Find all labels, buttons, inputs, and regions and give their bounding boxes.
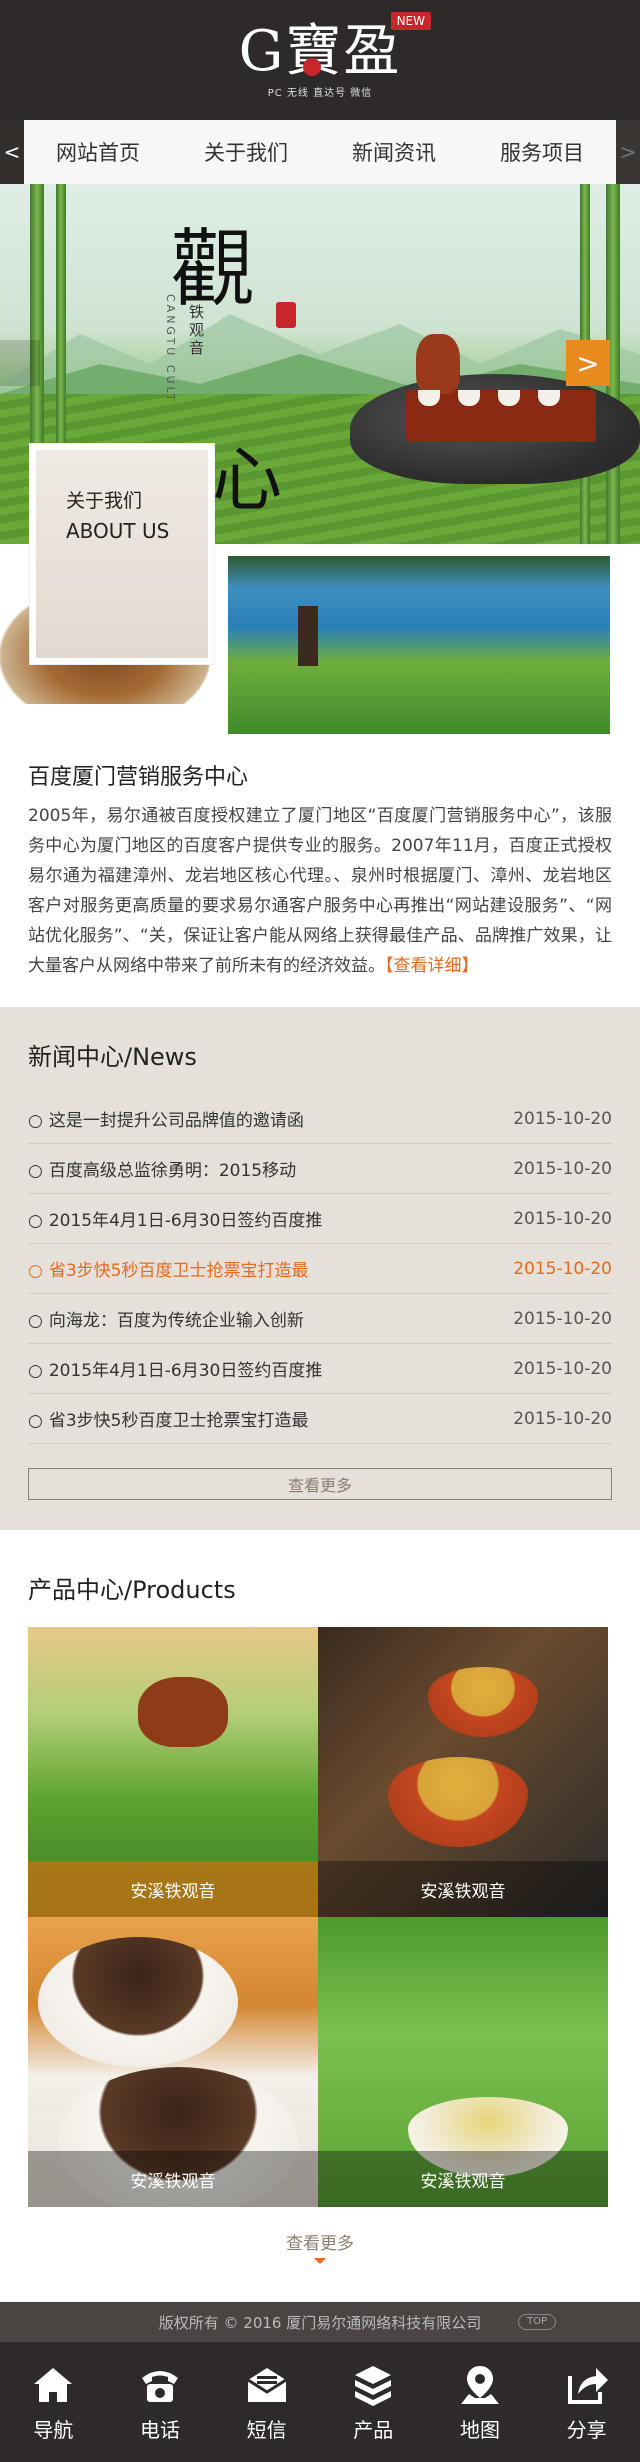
about-more-link[interactable]: 【查看详细】 bbox=[385, 956, 479, 976]
about-card-title-en: ABOUT US bbox=[66, 519, 170, 543]
pagoda-icon bbox=[298, 606, 318, 666]
bottom-toolbar: 导航 电话 短信 产品 地图 分享 bbox=[0, 2342, 640, 2462]
news-date: 2015-10-20 bbox=[513, 1358, 612, 1379]
phone-icon bbox=[137, 2362, 183, 2408]
nav-next-arrow-icon[interactable]: > bbox=[616, 119, 640, 184]
bullet-icon: ○ bbox=[28, 1411, 43, 1431]
banner-prev-button[interactable] bbox=[0, 340, 40, 386]
site-footer: 版权所有 © 2016 厦门易尔通网络科技有限公司 TOP bbox=[0, 2302, 640, 2342]
about-section: 关于我们 ABOUT US 百度厦门营销服务中心 2005年，易尔通被百度授权建… bbox=[0, 444, 640, 1007]
about-card-title-cn: 关于我们 bbox=[66, 490, 143, 512]
bottom-nav-products[interactable]: 产品 bbox=[328, 2362, 418, 2443]
product-card[interactable]: 安溪铁观音 bbox=[318, 1917, 608, 2207]
news-item[interactable]: ○ 省3步快5秒百度卫士抢票宝打造最 2015-10-20 bbox=[28, 1394, 612, 1444]
news-item[interactable]: ○ 省3步快5秒百度卫士抢票宝打造最 2015-10-20 bbox=[28, 1244, 612, 1294]
news-date: 2015-10-20 bbox=[513, 1408, 612, 1429]
bottom-nav-label: 产品 bbox=[353, 2417, 394, 2442]
bullet-icon: ○ bbox=[28, 1161, 43, 1181]
nav-item-news[interactable]: 新闻资讯 bbox=[346, 137, 442, 167]
bottom-nav-share[interactable]: 分享 bbox=[542, 2362, 632, 2443]
product-grid: 安溪铁观音 安溪铁观音 安溪铁观音 安溪铁观音 bbox=[28, 1627, 612, 2207]
bottom-nav-sms[interactable]: 短信 bbox=[222, 2362, 312, 2443]
banner-seal-icon bbox=[276, 302, 296, 328]
bottom-nav-label: 电话 bbox=[139, 2417, 180, 2442]
bottom-nav-label: 分享 bbox=[566, 2417, 607, 2442]
map-pin-icon bbox=[457, 2362, 503, 2408]
teapot-icon bbox=[138, 1677, 228, 1747]
mail-icon bbox=[244, 2362, 290, 2408]
copyright-text: 版权所有 © 2016 厦门易尔通网络科技有限公司 bbox=[158, 2313, 482, 2332]
product-label: 安溪铁观音 bbox=[318, 1861, 608, 1917]
news-item[interactable]: ○ 向海龙：百度为传统企业输入创新 2015-10-20 bbox=[28, 1294, 612, 1344]
news-title: 新闻中心/News bbox=[28, 1043, 197, 1071]
main-nav: < 网站首页 关于我们 新闻资讯 服务项目 > bbox=[0, 119, 640, 184]
nav-item-about[interactable]: 关于我们 bbox=[198, 137, 294, 167]
news-item[interactable]: ○ 这是一封提升公司品牌值的邀请函 2015-10-20 bbox=[28, 1094, 612, 1144]
product-card[interactable]: 安溪铁观音 bbox=[28, 1627, 318, 1917]
bullet-icon: ○ bbox=[28, 1311, 43, 1331]
news-item[interactable]: ○ 百度高级总监徐勇明：2015移动 2015-10-20 bbox=[28, 1144, 612, 1194]
new-badge: NEW bbox=[390, 12, 431, 30]
products-title: 产品中心/Products bbox=[28, 1576, 236, 1604]
tea-cup-icon bbox=[388, 1757, 528, 1847]
site-logo[interactable]: G寶盈 PC 无线 直达号 微信 NEW bbox=[225, 12, 431, 108]
bottom-nav-label: 导航 bbox=[33, 2417, 74, 2442]
news-date: 2015-10-20 bbox=[513, 1108, 612, 1129]
news-section: 新闻中心/News ○ 这是一封提升公司品牌值的邀请函 2015-10-20 ○ 百度… bbox=[0, 1007, 640, 1530]
box-icon bbox=[350, 2362, 396, 2408]
nav-items: 网站首页 关于我们 新闻资讯 服务项目 bbox=[24, 119, 616, 184]
news-list: ○ 这是一封提升公司品牌值的邀请函 2015-10-20 ○ 百度高级总监徐勇明：20… bbox=[28, 1094, 612, 1444]
share-icon bbox=[564, 2362, 610, 2408]
news-date: 2015-10-20 bbox=[513, 1158, 612, 1179]
about-text: 2005年，易尔通被百度授权建立了厦门地区“百度厦门营销服务中心”，该服务中心为… bbox=[28, 801, 612, 981]
banner-teapot-icon bbox=[416, 334, 460, 394]
bottom-nav-label: 地图 bbox=[459, 2417, 500, 2442]
about-body: 2005年，易尔通被百度授权建立了厦门地区“百度厦门营销服务中心”，该服务中心为… bbox=[28, 806, 612, 976]
news-date: 2015-10-20 bbox=[513, 1308, 612, 1329]
banner-title-bottom: 心 bbox=[212, 439, 282, 521]
banner-pinyin: CANGTU CULT bbox=[164, 294, 177, 404]
products-more-link[interactable]: 查看更多 bbox=[260, 2229, 380, 2254]
bottom-nav-map[interactable]: 地图 bbox=[435, 2362, 525, 2443]
news-date: 2015-10-20 bbox=[513, 1208, 612, 1229]
bullet-icon: ○ bbox=[28, 1261, 43, 1281]
news-date: 2015-10-20 bbox=[513, 1258, 612, 1279]
nav-item-home[interactable]: 网站首页 bbox=[50, 137, 146, 167]
product-label: 安溪铁观音 bbox=[28, 1861, 318, 1917]
logo-seal-icon bbox=[303, 58, 321, 76]
product-label: 安溪铁观音 bbox=[318, 2151, 608, 2207]
bullet-icon: ○ bbox=[28, 1111, 43, 1131]
banner-subtitle: 铁观音 bbox=[187, 304, 205, 358]
about-lake-image bbox=[228, 556, 610, 734]
about-title: 百度厦门营销服务中心 bbox=[28, 765, 249, 790]
bullet-icon: ○ bbox=[28, 1361, 43, 1381]
bottom-nav-phone[interactable]: 电话 bbox=[115, 2362, 205, 2443]
back-to-top-button[interactable]: TOP bbox=[517, 2314, 556, 2330]
about-card[interactable]: 关于我们 ABOUT US bbox=[30, 444, 214, 664]
news-item[interactable]: ○ 2015年4月1日-6月30日签约百度推 2015-10-20 bbox=[28, 1194, 612, 1244]
product-card[interactable]: 安溪铁观音 bbox=[28, 1917, 318, 2207]
caret-down-icon bbox=[314, 2258, 326, 2264]
products-section: 产品中心/Products 安溪铁观音 安溪铁观音 安溪铁观音 安溪铁观音 查看… bbox=[0, 1530, 640, 2284]
nav-item-services[interactable]: 服务项目 bbox=[494, 137, 590, 167]
about-visual: 关于我们 ABOUT US bbox=[0, 444, 640, 739]
tea-bowl-icon bbox=[38, 1937, 238, 2067]
nav-prev-arrow-icon[interactable]: < bbox=[0, 119, 24, 184]
bottom-nav-home[interactable]: 导航 bbox=[8, 2362, 98, 2443]
bullet-icon: ○ bbox=[28, 1211, 43, 1231]
banner-next-button[interactable]: > bbox=[566, 340, 610, 386]
logo-subtitle: PC 无线 直达号 微信 bbox=[267, 87, 373, 99]
bottom-nav-label: 短信 bbox=[246, 2417, 287, 2442]
product-label: 安溪铁观音 bbox=[28, 2151, 318, 2207]
product-card[interactable]: 安溪铁观音 bbox=[318, 1627, 608, 1917]
tea-cup-icon bbox=[428, 1667, 538, 1737]
news-item[interactable]: ○ 2015年4月1日-6月30日签约百度推 2015-10-20 bbox=[28, 1344, 612, 1394]
site-header: G寶盈 PC 无线 直达号 微信 NEW bbox=[0, 0, 640, 120]
logo-mark: G寶盈 bbox=[238, 18, 402, 84]
news-more-button[interactable]: 查看更多 bbox=[28, 1468, 612, 1500]
home-icon bbox=[30, 2362, 76, 2408]
